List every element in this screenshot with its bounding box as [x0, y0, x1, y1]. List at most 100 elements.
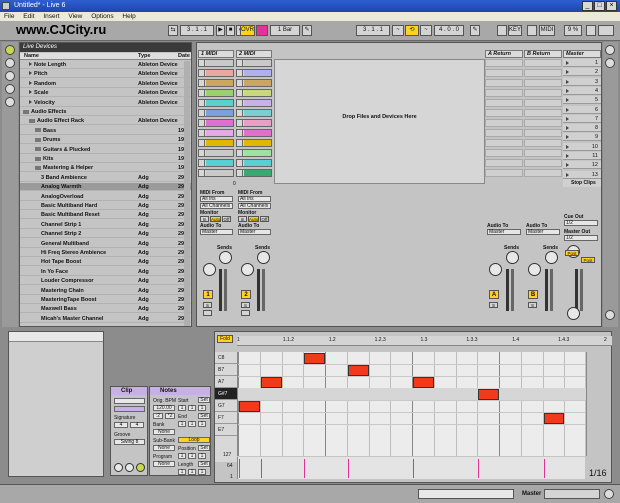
browser-row[interactable]: Drums19.1 [20, 136, 191, 145]
clip-slot-track-2[interactable] [236, 89, 272, 97]
pan-knob-2[interactable] [241, 263, 254, 276]
browser-row[interactable]: Maxwell BassAdg29.0 [20, 305, 191, 314]
clip-launch-icon[interactable] [237, 140, 243, 146]
menu-file[interactable]: File [4, 13, 14, 20]
folder-icon[interactable] [35, 165, 41, 170]
menu-edit[interactable]: Edit [23, 13, 34, 20]
scene-launch-button[interactable]: 1 [563, 59, 601, 67]
midi-note[interactable] [347, 365, 369, 376]
scene-launch-button[interactable]: 7 [563, 114, 601, 123]
play-icon[interactable]: ▶ [216, 25, 225, 36]
start-set-button[interactable]: Set [198, 397, 210, 403]
file-browser-2-icon[interactable] [5, 84, 15, 94]
expand-arrow-icon[interactable] [29, 80, 32, 85]
piano-key[interactable]: C8 [215, 352, 237, 364]
piano-key[interactable]: F7 [215, 412, 237, 424]
return-activator-b[interactable]: B [528, 290, 538, 299]
orig-bpm-field[interactable]: 120.00 [153, 405, 175, 411]
browser-row[interactable]: Kits19.1 [20, 155, 191, 163]
midi-note[interactable] [239, 401, 260, 412]
folder-icon[interactable] [23, 109, 29, 114]
clip-launch-icon[interactable] [199, 70, 205, 76]
clip-slot-track-1[interactable] [198, 99, 234, 107]
browser-scrollbar[interactable] [184, 61, 190, 326]
master-out-select[interactable]: 1/2 [564, 235, 598, 241]
browser-row[interactable]: Hot Tape BoostAdg29.0 [20, 258, 191, 267]
end-bar-field[interactable]: 1 [178, 421, 186, 427]
arm-button-2[interactable] [241, 310, 250, 316]
piano-keys[interactable]: C8 B7 A7 G#7 G7 F7 E7 [215, 352, 237, 462]
piano-key[interactable]: G7 [215, 400, 237, 412]
column-name[interactable]: Name [24, 53, 39, 60]
drop-zone[interactable] [274, 59, 485, 184]
fold-button[interactable]: Fold [217, 335, 233, 343]
monitor-in-1[interactable]: In [200, 216, 209, 222]
file-browser-1-icon[interactable] [5, 71, 15, 81]
expand-arrow-icon[interactable] [29, 99, 32, 104]
folder-icon[interactable] [35, 137, 41, 142]
bank-select[interactable]: None [153, 429, 175, 435]
midi-map-button[interactable]: MIDI [539, 25, 555, 36]
send-a-knob-1[interactable] [219, 251, 232, 264]
master-volume-fader[interactable] [580, 269, 583, 311]
browser-row[interactable]: Louder CompressorAdg29.0 [20, 277, 191, 286]
stop-icon[interactable]: ■ [226, 25, 235, 36]
beat-ruler[interactable]: 1 1.1.2 1.2 1.2.3 1.3 1.3.3 1.4 1.4.3 2 [237, 336, 612, 346]
end-sixteenth-field[interactable]: 1 [198, 421, 206, 427]
scene-play-icon[interactable] [566, 79, 569, 84]
midi-note[interactable] [260, 377, 282, 388]
send-knob-a[interactable] [506, 251, 519, 264]
browser-row[interactable]: Channel Strip 2Adg29.0 [20, 230, 191, 239]
draw-toggle-icon[interactable]: ✎ [470, 25, 480, 36]
audio-to-select-2[interactable]: Master [238, 229, 271, 235]
loop-switch[interactable]: ⟲ [405, 25, 419, 36]
monitor-off-2[interactable]: Off [260, 216, 269, 222]
scene-launch-button[interactable]: 4 [563, 86, 601, 95]
signature-denominator[interactable]: 4 [130, 422, 144, 428]
follow-button[interactable]: ⇆ [168, 25, 178, 36]
clip-slot-track-1[interactable] [198, 59, 234, 67]
solo-button-b[interactable]: S [528, 302, 537, 308]
clip-slot-track-2[interactable] [236, 109, 272, 117]
track-2-title[interactable]: 2 MIDI [236, 50, 272, 58]
browser-row[interactable]: Channel Strip 1Adg29.0 [20, 221, 191, 229]
punch-in-icon[interactable]: ~ [392, 25, 404, 36]
program-select[interactable]: None [153, 461, 175, 467]
browser-row[interactable]: General MultibandAdg29.0 [20, 240, 191, 248]
clip-play-icon[interactable] [114, 463, 123, 472]
loop-length[interactable]: 4 . 0 . 0 [434, 25, 464, 36]
browser-row[interactable]: Audio Effects [20, 108, 191, 116]
groove-select[interactable]: Swing 8 [114, 439, 145, 445]
clip-launch-icon[interactable] [199, 60, 205, 66]
track-1-title[interactable]: 1 MIDI [198, 50, 234, 58]
clip-slot-track-2[interactable] [236, 79, 272, 87]
scene-play-icon[interactable] [566, 154, 569, 158]
velocity-marker[interactable] [260, 459, 262, 478]
length-sixteenth-field[interactable]: 1 [198, 469, 206, 475]
expand-arrow-icon[interactable] [29, 62, 32, 66]
browser-row[interactable]: Pitch Ableton Device [20, 70, 191, 79]
clip-launch-icon[interactable] [199, 130, 205, 136]
browser-row[interactable]: Random Ableton Device [20, 80, 191, 88]
browser-row[interactable]: Analog WarmthAdg29.0 [20, 183, 191, 192]
clip-launch-icon[interactable] [237, 170, 243, 176]
send-knob-b[interactable] [545, 251, 558, 264]
clip-launch-icon[interactable] [199, 100, 205, 106]
loop-start-position[interactable]: 3 . 1 . 1 [356, 25, 390, 36]
arrangement-view-icon[interactable] [605, 58, 615, 68]
clip-slot-track-2[interactable] [236, 99, 272, 107]
pan-knob-1[interactable] [203, 263, 216, 276]
browser-row[interactable]: Bass19.1 [20, 127, 191, 135]
return-b-title[interactable]: B Return [524, 50, 562, 58]
scene-launch-button[interactable]: 3 [563, 77, 601, 86]
clip-name-field[interactable] [114, 398, 145, 404]
scene-launch-button[interactable]: 13 [563, 170, 601, 179]
clip-slot-track-2[interactable] [236, 129, 272, 137]
clip-slot-track-1[interactable] [198, 129, 234, 137]
clip-color-field[interactable] [114, 406, 145, 412]
live-devices-browser-icon[interactable] [5, 45, 15, 55]
clip-launch-icon[interactable] [199, 170, 205, 176]
position-set-button[interactable]: Set [198, 445, 210, 451]
midi-record-button[interactable] [256, 25, 268, 36]
ovr-button[interactable]: OVR [240, 25, 255, 36]
